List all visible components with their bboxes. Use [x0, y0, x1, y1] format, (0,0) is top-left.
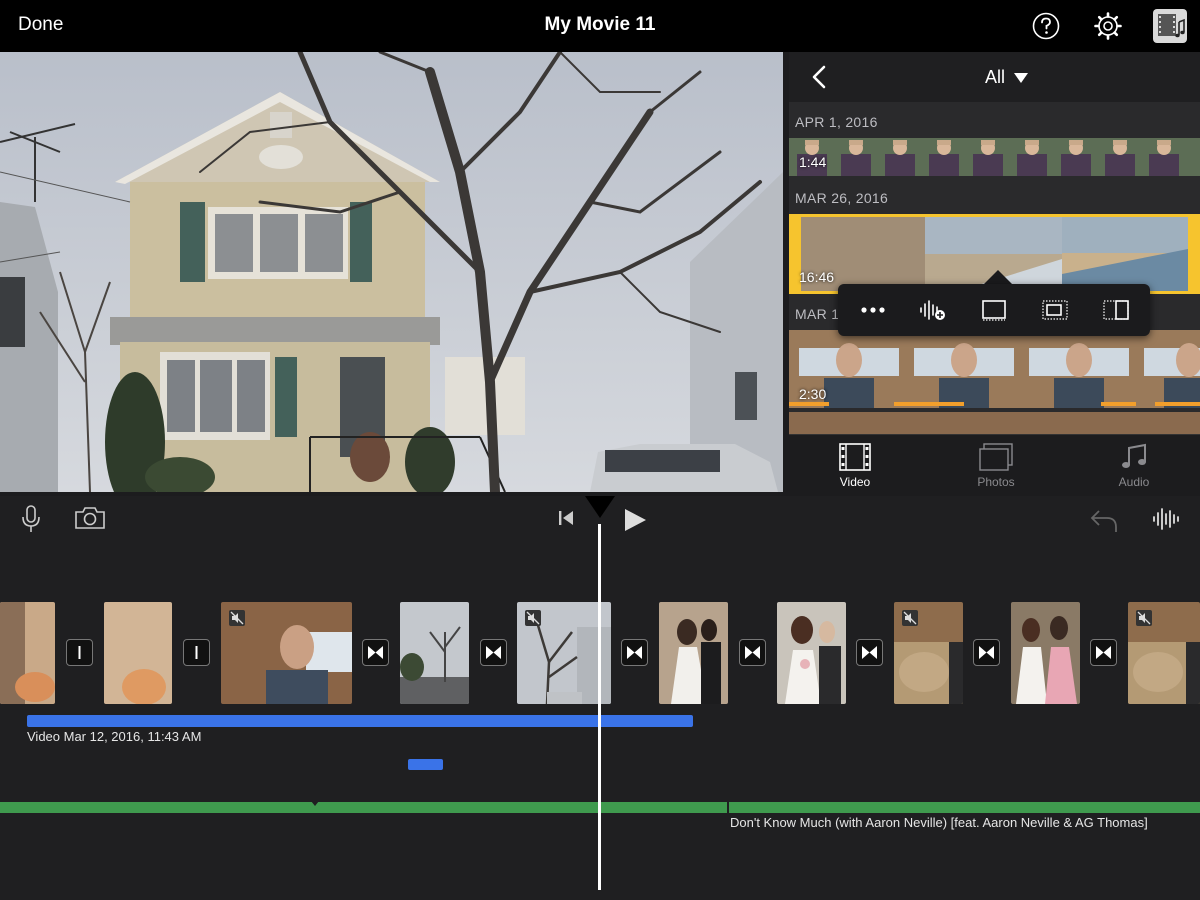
- timeline[interactable]: Video Mar 12, 2016, 11:43 AM Don't Know …: [0, 496, 1200, 900]
- project-title: My Movie 11: [544, 14, 656, 35]
- clip-thumbnail: [659, 602, 728, 704]
- music-track-split: [727, 802, 729, 813]
- timeline-clip[interactable]: [1128, 602, 1200, 704]
- tab-audio[interactable]: Audio: [1089, 443, 1179, 489]
- muted-speaker-icon: [1136, 610, 1152, 626]
- clip-thumbnail: [777, 602, 846, 704]
- transition-cross-dissolve-button[interactable]: [856, 639, 883, 666]
- transition-dissolve-icon: [1096, 646, 1111, 659]
- transition-cross-dissolve-button[interactable]: [739, 639, 766, 666]
- muted-speaker-icon: [525, 610, 541, 626]
- more-icon[interactable]: [858, 298, 888, 322]
- audio-only-add-icon[interactable]: [918, 298, 948, 322]
- settings-gear-icon[interactable]: [1093, 11, 1123, 41]
- tab-video-label: Video: [839, 475, 871, 489]
- playhead-handle[interactable]: [585, 496, 615, 518]
- music-note-icon: [1122, 443, 1146, 468]
- clip-action-popover: [838, 284, 1150, 336]
- clip-thumbnail: [0, 602, 55, 704]
- filter-label: All: [985, 67, 1006, 87]
- timeline-clip[interactable]: [894, 602, 963, 704]
- film-icon: [839, 443, 871, 471]
- clip-duration: 1:44: [799, 154, 827, 170]
- tab-audio-label: Audio: [1118, 475, 1150, 489]
- transition-dissolve-icon: [627, 646, 642, 659]
- transition-cross-dissolve-button[interactable]: [973, 639, 1000, 666]
- camera-icon[interactable]: [74, 506, 106, 530]
- section-date-mar26: MAR 26, 2016: [795, 190, 889, 206]
- transition-cross-dissolve-button[interactable]: [480, 639, 507, 666]
- timeline-clip[interactable]: [221, 602, 352, 704]
- clip-duration: 16:46: [799, 269, 835, 285]
- transition-dissolve-icon: [486, 646, 501, 659]
- split-screen-icon[interactable]: [1101, 298, 1131, 322]
- transition-dissolve-icon: [745, 646, 760, 659]
- tab-photos[interactable]: Photos: [951, 443, 1041, 489]
- clip-thumbnail-mar12: [789, 330, 1200, 408]
- transition-cross-dissolve-button[interactable]: [362, 639, 389, 666]
- back-chevron-icon[interactable]: [809, 64, 829, 90]
- timeline-clip[interactable]: [1011, 602, 1080, 704]
- clip-thumbnail-apr1: [789, 138, 1200, 176]
- media-tab-bar: Video Photos Audio: [789, 434, 1200, 492]
- muted-speaker-icon: [902, 610, 918, 626]
- clip-thumbnail: [400, 602, 469, 704]
- top-bar: Done My Movie 11: [0, 0, 1200, 52]
- transition-cut-icon: [78, 646, 81, 659]
- clip-thumbnail: [104, 602, 172, 704]
- timeline-clip[interactable]: [104, 602, 172, 704]
- photos-icon: [979, 443, 1013, 471]
- timeline-clip[interactable]: [659, 602, 728, 704]
- transition-dissolve-icon: [979, 646, 994, 659]
- transition-cross-dissolve-button[interactable]: [621, 639, 648, 666]
- microphone-icon[interactable]: [20, 505, 42, 533]
- undo-icon[interactable]: [1089, 507, 1119, 533]
- music-track-marker: [311, 801, 319, 806]
- transition-cross-dissolve-button[interactable]: [1090, 639, 1117, 666]
- dropdown-triangle-icon: [1014, 73, 1029, 84]
- audio-track-label: Video Mar 12, 2016, 11:43 AM: [27, 729, 202, 744]
- timeline-clip[interactable]: [400, 602, 469, 704]
- transition-none-button[interactable]: [66, 639, 93, 666]
- clip-strip-partial[interactable]: [789, 412, 1200, 434]
- timeline-clip[interactable]: [0, 602, 55, 704]
- video-viewer[interactable]: [0, 52, 783, 492]
- play-icon[interactable]: [622, 507, 648, 533]
- popover-arrow: [984, 270, 1012, 284]
- browser-header: All: [789, 52, 1200, 102]
- clip-thumbnail: [1011, 602, 1080, 704]
- tab-photos-label: Photos: [977, 475, 1015, 489]
- skip-to-start-icon[interactable]: [556, 509, 576, 527]
- muted-speaker-icon: [229, 610, 245, 626]
- project-media-icon[interactable]: [1152, 8, 1188, 44]
- transition-dissolve-icon: [862, 646, 877, 659]
- clip-strip-mar12[interactable]: 2:30: [789, 330, 1200, 408]
- audio-track-bar[interactable]: [27, 715, 693, 727]
- section-date-apr1: APR 1, 2016: [795, 114, 878, 130]
- filter-dropdown[interactable]: All: [985, 67, 1029, 88]
- done-button[interactable]: Done: [18, 14, 63, 36]
- playhead[interactable]: [598, 524, 601, 890]
- picture-in-picture-icon[interactable]: [1040, 298, 1070, 322]
- audio-snippet-bar[interactable]: [408, 759, 443, 770]
- insert-icon[interactable]: [979, 298, 1009, 322]
- transition-dissolve-icon: [368, 646, 383, 659]
- transition-none-button[interactable]: [183, 639, 210, 666]
- audio-waveform-icon[interactable]: [1152, 506, 1182, 532]
- clip-duration: 2:30: [799, 386, 827, 402]
- tab-video[interactable]: Video: [810, 443, 900, 489]
- help-icon[interactable]: [1031, 11, 1061, 41]
- viewer-frame-house-image: [0, 52, 783, 492]
- timeline-clip[interactable]: [777, 602, 846, 704]
- music-track-label: Don't Know Much (with Aaron Neville) [fe…: [730, 815, 1148, 830]
- timeline-clip[interactable]: [517, 602, 611, 704]
- clip-strip-apr1[interactable]: 1:44: [789, 138, 1200, 176]
- transition-cut-icon: [195, 646, 198, 659]
